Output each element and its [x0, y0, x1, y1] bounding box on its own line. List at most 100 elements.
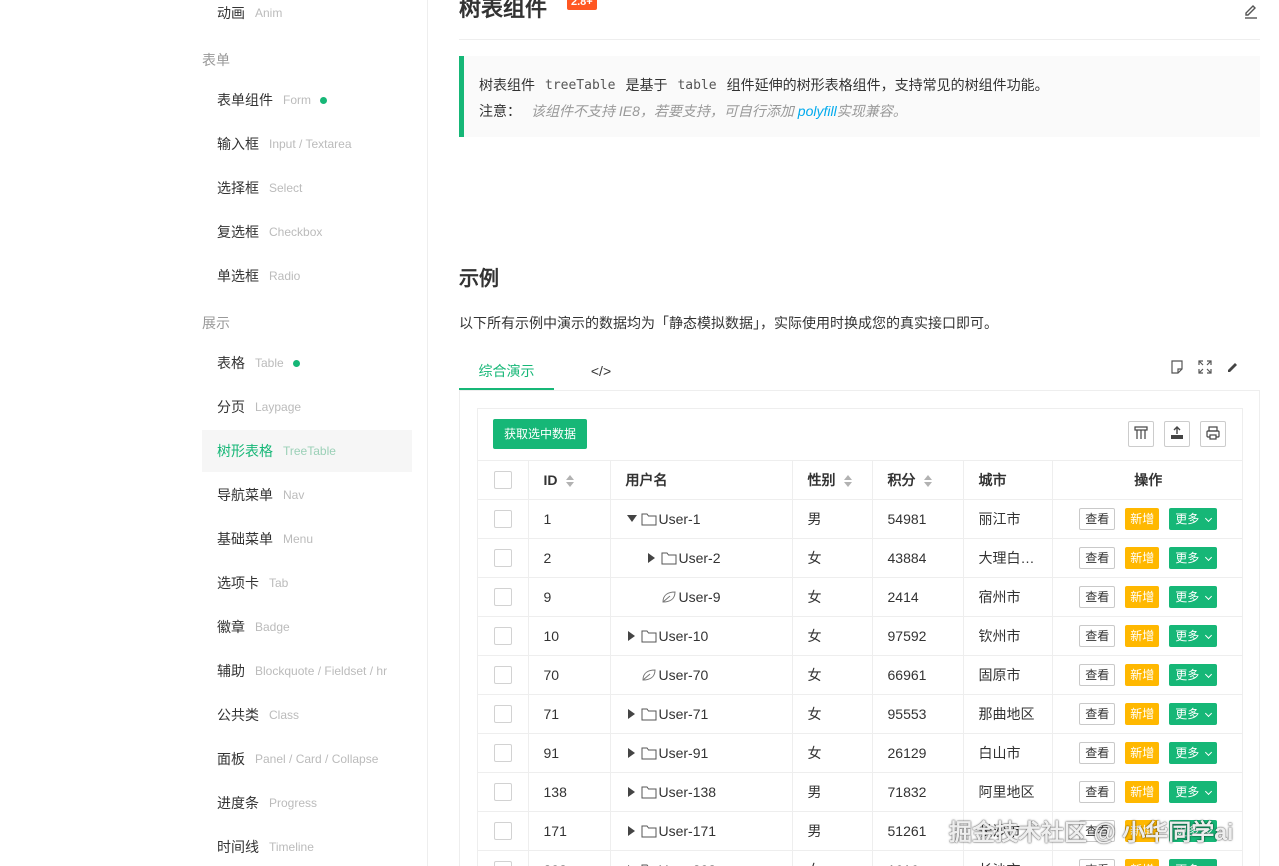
cell-score: 97592	[872, 616, 964, 656]
sidebar-item-badge[interactable]: 徽章 Badge	[202, 606, 412, 648]
add-button[interactable]: 新增	[1125, 702, 1160, 725]
table-row[interactable]: 203 User-203 女1616长沙市查看 新增更多	[478, 850, 1242, 866]
header-sex[interactable]: 性别	[792, 461, 873, 500]
more-button[interactable]: 更多	[1169, 702, 1218, 725]
row-checkbox[interactable]	[493, 626, 512, 645]
view-button[interactable]: 查看	[1079, 624, 1116, 647]
header-checkbox-cell	[478, 461, 529, 500]
table-row[interactable]: 9 User-9 女 2414 宿州市 查看 新增 更多	[478, 577, 1242, 617]
sort-icon[interactable]	[565, 475, 574, 488]
table-row[interactable]: 1 User-1 男 54981 丽江市 查看 新增 更多	[478, 499, 1242, 539]
sidebar-item-class[interactable]: 公共类 Class	[202, 694, 412, 736]
more-button[interactable]: 更多	[1169, 624, 1218, 647]
nav-group-title: 展示	[202, 315, 230, 331]
sidebar-item-timeline[interactable]: 时间线 Timeline	[202, 826, 412, 866]
add-button[interactable]: 新增	[1125, 663, 1160, 686]
caret-right-icon[interactable]	[626, 786, 638, 798]
header-username: 用户名	[610, 461, 793, 500]
view-button[interactable]: 查看	[1079, 546, 1116, 569]
row-checkbox[interactable]	[493, 704, 512, 723]
add-button[interactable]: 新增	[1125, 858, 1160, 866]
caret-right-icon[interactable]	[626, 630, 638, 642]
header-score[interactable]: 积分	[872, 461, 964, 500]
more-button[interactable]: 更多	[1169, 741, 1218, 764]
polyfill-link[interactable]: polyfill	[798, 103, 837, 119]
sidebar-item-input[interactable]: 输入框 Input / Textarea	[202, 123, 412, 165]
get-selected-button[interactable]: 获取选中数据	[493, 419, 588, 449]
more-button[interactable]: 更多	[1169, 780, 1218, 803]
sidebar-item-radio[interactable]: 单选框 Radio	[202, 255, 412, 297]
sidebar-item-menu[interactable]: 基础菜单 Menu	[202, 518, 412, 560]
sidebar-item-blockquote[interactable]: 辅助 Blockquote / Fieldset / hr	[202, 650, 412, 692]
row-checkbox[interactable]	[493, 509, 512, 528]
view-button[interactable]: 查看	[1079, 585, 1116, 608]
select-all-checkbox[interactable]	[493, 470, 512, 489]
row-checkbox[interactable]	[493, 821, 512, 840]
table-row[interactable]: 70 User-70 女 66961 固原市 查看 新增 更多	[478, 655, 1242, 695]
row-checkbox[interactable]	[493, 782, 512, 801]
view-button[interactable]: 查看	[1079, 663, 1116, 686]
add-button[interactable]: 新增	[1125, 585, 1160, 608]
note-icon[interactable]	[1170, 360, 1184, 374]
sort-icon[interactable]	[843, 475, 852, 488]
table-row[interactable]: 10 User-10 女 97592 钦州市 查看 新增 更多	[478, 616, 1242, 656]
sidebar-item-tab[interactable]: 选项卡 Tab	[202, 562, 412, 604]
add-button[interactable]: 新增	[1125, 780, 1160, 803]
sidebar-item-laypage[interactable]: 分页 Laypage	[202, 386, 412, 428]
print-button[interactable]	[1200, 421, 1226, 447]
sidebar-item-treetable[interactable]: 树形表格 TreeTable	[202, 430, 412, 472]
sidebar-item-form[interactable]: 表单组件 Form	[202, 79, 412, 121]
table-row[interactable]: 138 User-138 男 71832 阿里地区 查看 新增 更多	[478, 772, 1242, 812]
caret-right-icon[interactable]	[626, 825, 638, 837]
header-id[interactable]: ID	[528, 461, 611, 500]
add-button[interactable]: 新增	[1125, 546, 1160, 569]
caret-down-icon[interactable]	[626, 513, 638, 525]
tab-demo[interactable]: 综合演示	[459, 352, 554, 390]
caret-right-icon[interactable]	[626, 747, 638, 759]
view-button[interactable]: 查看	[1079, 780, 1116, 803]
cell-actions: 查看 新增 更多	[1052, 850, 1242, 866]
table-row[interactable]: 91 User-91 女 26129 白山市 查看 新增 更多	[478, 733, 1242, 773]
more-button[interactable]: 更多	[1169, 858, 1218, 866]
more-button[interactable]: 更多	[1169, 507, 1218, 530]
view-button[interactable]: 查看	[1079, 741, 1116, 764]
sidebar-item-select[interactable]: 选择框 Select	[202, 167, 412, 209]
sidebar-item-checkbox[interactable]: 复选框 Checkbox	[202, 211, 412, 253]
caret-right-icon[interactable]	[646, 552, 658, 564]
sort-icon[interactable]	[923, 475, 932, 488]
caret-right-icon[interactable]	[626, 708, 638, 720]
export-button[interactable]	[1164, 421, 1190, 447]
sidebar-item-table[interactable]: 表格 Table	[202, 342, 412, 384]
more-button[interactable]: 更多	[1169, 663, 1218, 686]
cell-city: 阿里地区	[963, 772, 1053, 812]
view-button[interactable]: 查看	[1079, 702, 1116, 725]
tab-code[interactable]: </>	[576, 352, 626, 390]
add-button[interactable]: 新增	[1125, 624, 1160, 647]
row-checkbox[interactable]	[493, 587, 512, 606]
edit-demo-icon[interactable]	[1226, 360, 1240, 374]
intro-blockquote: 树表组件 treeTable 是基于 table 组件延伸的树形表格组件，支持常…	[459, 56, 1260, 137]
sidebar-item-nav[interactable]: 导航菜单 Nav	[202, 474, 412, 516]
row-checkbox[interactable]	[493, 548, 512, 567]
sidebar-item-progress[interactable]: 进度条 Progress	[202, 782, 412, 824]
sidebar-item-anim[interactable]: 动画 Anim	[202, 0, 412, 34]
more-button[interactable]: 更多	[1169, 585, 1218, 608]
edit-page-icon[interactable]	[1242, 2, 1260, 20]
row-checkbox[interactable]	[493, 665, 512, 684]
folder-icon	[641, 629, 657, 643]
table-row[interactable]: 71 User-71 女 95553 那曲地区 查看 新增 更多	[478, 694, 1242, 734]
row-checkbox-cell	[478, 538, 529, 578]
view-button[interactable]: 查看	[1079, 858, 1116, 866]
add-button[interactable]: 新增	[1125, 507, 1160, 530]
cell-username: User-1	[610, 499, 793, 539]
add-button[interactable]: 新增	[1125, 741, 1160, 764]
row-checkbox[interactable]	[493, 860, 512, 866]
row-checkbox[interactable]	[493, 743, 512, 762]
view-button[interactable]: 查看	[1079, 507, 1116, 530]
fullscreen-icon[interactable]	[1198, 360, 1212, 374]
cell-sex: 女	[792, 850, 873, 866]
table-row[interactable]: 2User-2女43884大理白族自治州查看新增更多	[478, 538, 1242, 578]
columns-filter-button[interactable]	[1128, 421, 1154, 447]
sidebar-item-panel[interactable]: 面板 Panel / Card / Collapse	[202, 738, 412, 780]
more-button[interactable]: 更多	[1169, 546, 1218, 569]
